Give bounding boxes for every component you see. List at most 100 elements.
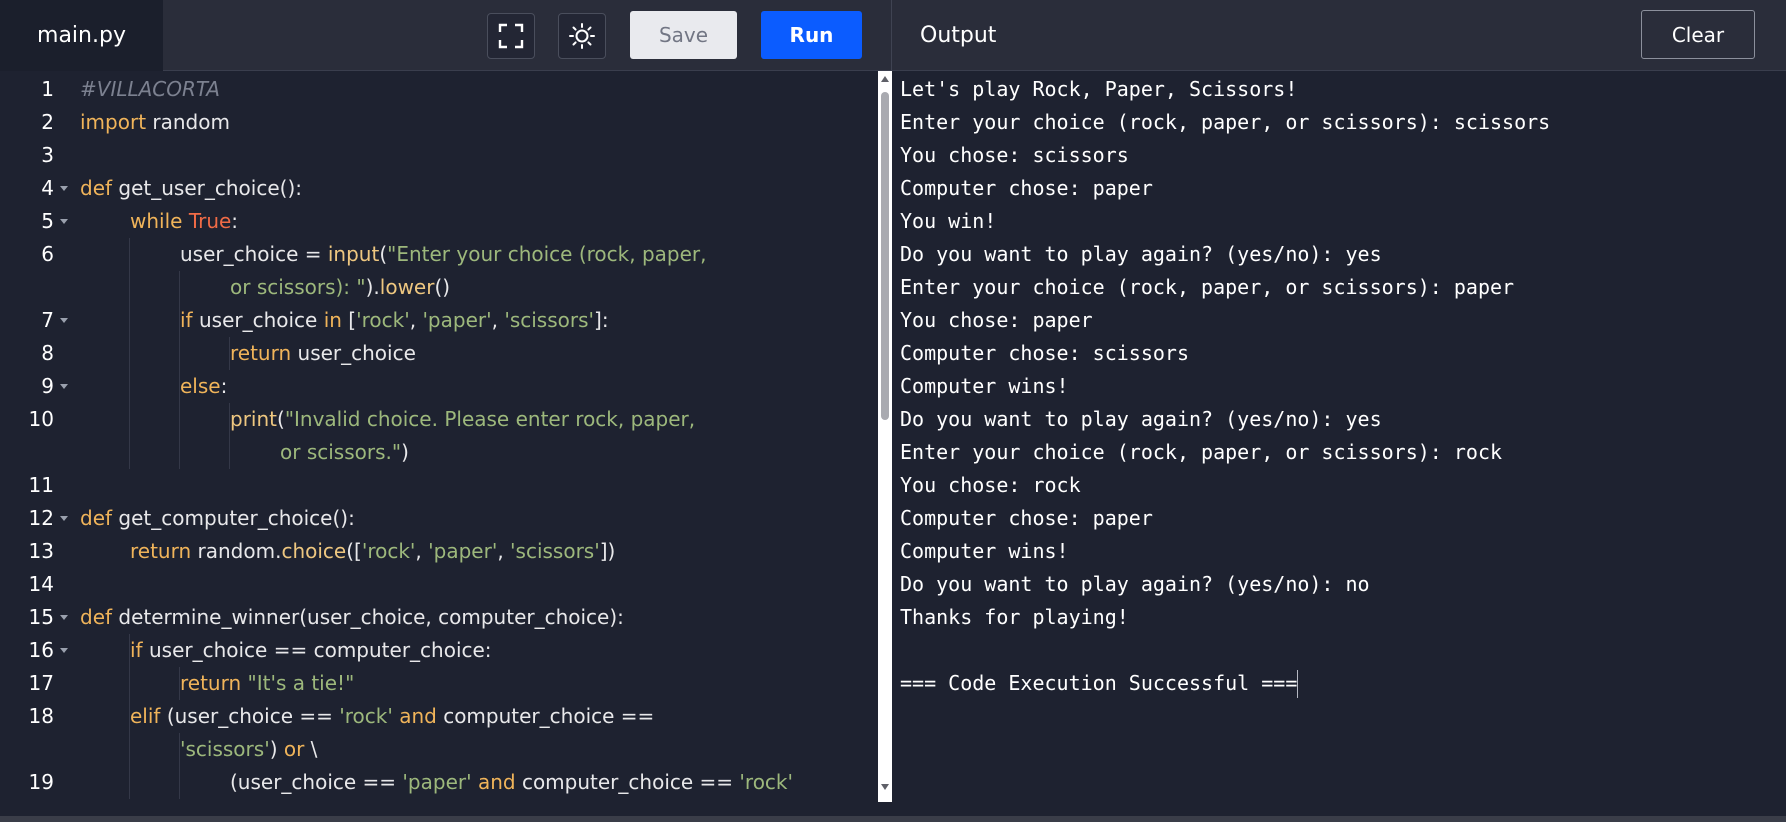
code-line[interactable]: 9 else: [0, 370, 878, 403]
code-line[interactable]: 13 return random.choice(['rock', 'paper',… [0, 535, 878, 568]
output-line: Let's play Rock, Paper, Scissors! [900, 77, 1298, 101]
scroll-down-icon[interactable] [881, 784, 889, 790]
save-button[interactable]: Save [630, 11, 737, 59]
output-line: You chose: paper [900, 308, 1093, 332]
code-line[interactable]: 10 print("Invalid choice. Please enter ro… [0, 403, 878, 436]
output-line: Do you want to play again? (yes/no): yes [900, 407, 1382, 431]
code-text: def determine_winner(user_choice, comput… [80, 605, 624, 629]
output-line: Enter your choice (rock, paper, or sciss… [900, 275, 1515, 299]
output-line: === Code Execution Successful === [900, 671, 1298, 695]
output-line: Computer chose: paper [900, 176, 1153, 200]
fold-arrow-icon[interactable] [60, 384, 68, 389]
output-line: Computer wins! [900, 539, 1069, 563]
line-number: 18 [28, 704, 54, 728]
code-line[interactable]: or scissors.") [0, 436, 878, 469]
code-line[interactable]: 8 return user_choice [0, 337, 878, 370]
scroll-up-icon[interactable] [881, 76, 889, 82]
code-line[interactable]: 4 def get_user_choice(): [0, 172, 878, 205]
indent-guide [129, 304, 130, 337]
indent-guide [229, 436, 230, 469]
line-number: 17 [28, 671, 54, 695]
line-number: 15 [28, 605, 54, 629]
code-line[interactable]: 17 return "It's a tie!" [0, 667, 878, 700]
code-line[interactable]: 12 def get_computer_choice(): [0, 502, 878, 535]
code-line[interactable]: 6 user_choice = input("Enter your choice … [0, 238, 878, 271]
output-line: Computer wins! [900, 374, 1069, 398]
output-line: You chose: rock [900, 473, 1081, 497]
code-line[interactable]: or scissors): ").lower() [0, 271, 878, 304]
code-line[interactable]: 14 [0, 568, 878, 601]
theme-toggle-button[interactable] [558, 13, 606, 59]
line-number: 12 [28, 506, 54, 530]
code-text: or scissors.") [280, 440, 409, 464]
code-line[interactable]: 19 (user_choice == 'paper' and computer_c… [0, 766, 878, 799]
indent-guide [129, 337, 130, 370]
output-title: Output [920, 23, 997, 48]
header-divider [891, 0, 892, 71]
indent-guide [179, 337, 180, 370]
output-line: Enter your choice (rock, paper, or sciss… [900, 110, 1551, 134]
fullscreen-icon [498, 23, 524, 49]
code-line[interactable]: 3 [0, 139, 878, 172]
output-line: Computer chose: paper [900, 506, 1153, 530]
indent-guide [129, 667, 130, 700]
file-tab-main-py[interactable]: main.py [0, 0, 163, 71]
line-number: 9 [41, 374, 54, 398]
indent-guide [179, 271, 180, 304]
indent-guide [129, 436, 130, 469]
run-button[interactable]: Run [761, 11, 862, 59]
fullscreen-button[interactable] [487, 13, 535, 59]
fold-arrow-icon[interactable] [60, 615, 68, 620]
line-number: 8 [41, 341, 54, 365]
output-line: Computer chose: scissors [900, 341, 1189, 365]
code-text: def get_user_choice(): [80, 176, 302, 200]
indent-guide [179, 766, 180, 799]
line-number: 3 [41, 143, 54, 167]
top-bar: main.py Save Run Output Clear [0, 0, 1786, 71]
indent-guide [129, 271, 130, 304]
line-number: 13 [28, 539, 54, 563]
line-number: 19 [28, 770, 54, 794]
code-text: else: [180, 374, 228, 398]
code-editor[interactable]: 1 #VILLACORTA 2 import random 3 4 def get_user… [0, 71, 878, 818]
code-text: return "It's a tie!" [180, 671, 355, 695]
line-number: 6 [41, 242, 54, 266]
code-line[interactable]: 2 import random [0, 106, 878, 139]
indent-guide [179, 436, 180, 469]
output-line: Do you want to play again? (yes/no): no [900, 572, 1370, 596]
code-text: return user_choice [230, 341, 416, 365]
clear-button[interactable]: Clear [1641, 10, 1755, 59]
line-number: 16 [28, 638, 54, 662]
code-text: if user_choice in ['rock', 'paper', 'sci… [180, 308, 609, 332]
code-line[interactable]: 16 if user_choice == computer_choice: [0, 634, 878, 667]
line-number: 4 [41, 176, 54, 200]
code-line[interactable]: 'scissors') or \ [0, 733, 878, 766]
code-line[interactable]: 5 while True: [0, 205, 878, 238]
output-line: Do you want to play again? (yes/no): yes [900, 242, 1382, 266]
code-line[interactable]: 15 def determine_winner(user_choice, comp… [0, 601, 878, 634]
line-number: 10 [28, 407, 54, 431]
code-line[interactable]: 1 #VILLACORTA [0, 73, 878, 106]
fold-arrow-icon[interactable] [60, 648, 68, 653]
code-line[interactable]: 7 if user_choice in ['rock', 'paper', 'sc… [0, 304, 878, 337]
indent-guide [129, 403, 130, 436]
code-text: 'scissors') or \ [180, 737, 318, 761]
fold-arrow-icon[interactable] [60, 318, 68, 323]
bottom-bar [0, 816, 1786, 822]
code-text: return random.choice(['rock', 'paper', '… [130, 539, 616, 563]
code-text: if user_choice == computer_choice: [130, 638, 492, 662]
code-text: or scissors): ").lower() [230, 275, 451, 299]
output-line: You win! [900, 209, 997, 233]
output-line: You chose: scissors [900, 143, 1129, 167]
indent-guide [129, 766, 130, 799]
editor-scrollbar-thumb[interactable] [881, 92, 889, 420]
code-text: #VILLACORTA [80, 77, 220, 101]
code-text: while True: [130, 209, 239, 233]
fold-arrow-icon[interactable] [60, 516, 68, 521]
code-line[interactable]: 18 elif (user_choice == 'rock' and comput… [0, 700, 878, 733]
fold-arrow-icon[interactable] [60, 186, 68, 191]
code-line[interactable]: 11 [0, 469, 878, 502]
line-number: 11 [28, 473, 54, 497]
fold-arrow-icon[interactable] [60, 219, 68, 224]
indent-guide [129, 370, 130, 403]
